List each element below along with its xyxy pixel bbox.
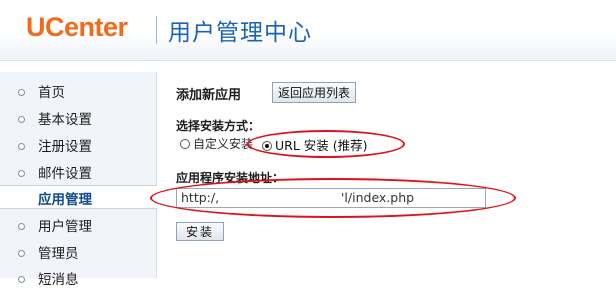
radio-label: URL 安装 (推荐) bbox=[275, 138, 368, 153]
radio-label: 自定义安装 bbox=[193, 137, 254, 151]
bullet-icon bbox=[18, 276, 25, 283]
bullet-icon bbox=[18, 116, 25, 123]
radio-url-install[interactable]: URL 安装 (推荐) bbox=[262, 135, 368, 154]
radio-custom-install[interactable]: 自定义安装 bbox=[180, 135, 253, 152]
bullet-icon bbox=[18, 89, 25, 96]
sidebar-item-admins[interactable]: 管理员 bbox=[0, 239, 156, 262]
sidebar-item-label: 短消息 bbox=[38, 272, 79, 288]
page-title: 用户管理中心 bbox=[168, 20, 312, 46]
bullet-icon bbox=[18, 170, 25, 177]
sidebar-item-mail-settings[interactable]: 邮件设置 bbox=[0, 159, 156, 182]
bullet-icon bbox=[18, 250, 25, 257]
header: UCenter 用户管理中心 bbox=[0, 0, 616, 61]
sidebar-item-label: 应用管理 bbox=[38, 192, 92, 208]
header-separator bbox=[156, 16, 157, 44]
section-title: 添加新应用 bbox=[176, 88, 242, 103]
sidebar-item-home[interactable]: 首页 bbox=[0, 78, 156, 101]
bullet-icon bbox=[18, 223, 25, 230]
install-type-label: 选择安装方式： bbox=[176, 119, 261, 133]
sidebar-item-basic-settings[interactable]: 基本设置 bbox=[0, 105, 156, 128]
sidebar: 首页 基本设置 注册设置 邮件设置 应用管理 用户管理 管理员 短消息 bbox=[0, 72, 157, 288]
radio-checked-icon[interactable] bbox=[262, 141, 272, 151]
sidebar-item-messages[interactable]: 短消息 bbox=[0, 265, 156, 288]
sidebar-item-user-management[interactable]: 用户管理 bbox=[0, 212, 156, 235]
sidebar-item-label: 首页 bbox=[38, 85, 65, 101]
url-prefix: http:/, bbox=[181, 190, 220, 205]
install-address-label: 应用程序安装地址： bbox=[176, 171, 285, 185]
install-button[interactable]: 安装 bbox=[176, 222, 224, 241]
ucenter-logo: UCenter bbox=[26, 12, 128, 42]
url-suffix: 'l/index.php bbox=[341, 190, 415, 205]
sidebar-item-label: 注册设置 bbox=[38, 139, 92, 155]
install-url-input[interactable]: http:/, 'l/index.php bbox=[176, 188, 486, 208]
radio-icon[interactable] bbox=[180, 139, 190, 149]
sidebar-item-label: 管理员 bbox=[38, 246, 79, 262]
bullet-icon bbox=[18, 143, 25, 150]
sidebar-item-register-settings[interactable]: 注册设置 bbox=[0, 132, 156, 155]
sidebar-item-app-management[interactable]: 应用管理 bbox=[0, 185, 157, 209]
main-content: 添加新应用 返回应用列表 选择安装方式： 自定义安装 URL 安装 (推荐) 应… bbox=[176, 72, 606, 278]
sidebar-item-label: 用户管理 bbox=[38, 219, 92, 235]
sidebar-item-label: 基本设置 bbox=[38, 112, 92, 128]
sidebar-item-label: 邮件设置 bbox=[38, 166, 92, 182]
back-to-app-list-button[interactable]: 返回应用列表 bbox=[272, 82, 356, 103]
